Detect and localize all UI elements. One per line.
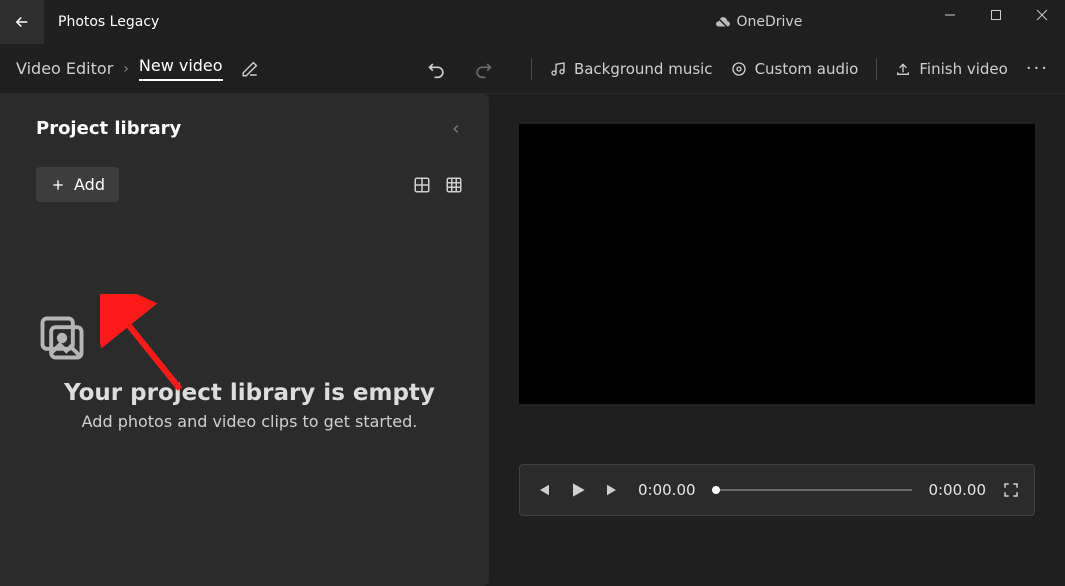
player-controls: 0:00.00 0:00.00 <box>519 464 1035 516</box>
photo-stack-icon <box>36 312 88 364</box>
play-icon <box>568 480 588 500</box>
window-controls <box>927 0 1065 30</box>
undo-button[interactable] <box>419 51 455 87</box>
grid-large-button[interactable] <box>413 176 431 194</box>
chevron-left-icon <box>449 122 463 136</box>
arrow-left-icon <box>13 13 31 31</box>
undo-icon <box>427 59 447 79</box>
prev-frame-button[interactable] <box>534 481 552 499</box>
music-icon <box>550 61 566 77</box>
title-bar: Photos Legacy OneDrive <box>0 0 1065 44</box>
empty-subtitle: Add photos and video clips to get starte… <box>36 412 463 431</box>
export-icon <box>895 61 911 77</box>
onedrive-indicator[interactable]: OneDrive <box>713 13 803 31</box>
cloud-off-icon <box>713 13 731 31</box>
app-title: Photos Legacy <box>58 14 159 30</box>
add-button-label: Add <box>74 175 105 194</box>
seek-slider[interactable] <box>712 489 913 491</box>
play-button[interactable] <box>568 480 588 500</box>
fullscreen-icon <box>1002 481 1020 499</box>
breadcrumb-root[interactable]: Video Editor <box>16 59 113 78</box>
custom-audio-button[interactable]: Custom audio <box>731 60 859 78</box>
close-button[interactable] <box>1019 0 1065 30</box>
background-music-button[interactable]: Background music <box>550 60 713 78</box>
preview-panel: 0:00.00 0:00.00 <box>489 94 1065 586</box>
finish-video-button[interactable]: Finish video <box>895 60 1007 78</box>
finish-video-label: Finish video <box>919 60 1007 78</box>
grid-small-button[interactable] <box>445 176 463 194</box>
maximize-button[interactable] <box>973 0 1019 30</box>
separator <box>876 58 877 80</box>
time-total: 0:00.00 <box>928 481 986 499</box>
time-current: 0:00.00 <box>638 481 696 499</box>
more-button[interactable]: ··· <box>1026 58 1049 79</box>
back-button[interactable] <box>0 0 44 44</box>
edit-title-button[interactable] <box>241 60 259 78</box>
background-music-label: Background music <box>574 60 713 78</box>
breadcrumb-current[interactable]: New video <box>139 56 223 81</box>
grid-3x3-icon <box>445 176 463 194</box>
grid-2x2-icon <box>413 176 431 194</box>
add-button[interactable]: Add <box>36 167 119 202</box>
redo-icon <box>473 59 493 79</box>
pencil-icon <box>241 60 259 78</box>
audio-icon <box>731 61 747 77</box>
content-area: Project library Add <box>0 94 1065 586</box>
minimize-button[interactable] <box>927 0 973 30</box>
chevron-right-icon: › <box>123 61 129 77</box>
collapse-library-button[interactable] <box>449 122 463 136</box>
fullscreen-button[interactable] <box>1002 481 1020 499</box>
toolbar: Video Editor › New video Background musi… <box>0 44 1065 94</box>
project-library-panel: Project library Add <box>0 94 489 586</box>
redo-button[interactable] <box>465 51 501 87</box>
video-preview[interactable] <box>519 124 1035 404</box>
empty-title: Your project library is empty <box>36 380 463 406</box>
separator <box>531 58 532 80</box>
step-forward-icon <box>604 481 622 499</box>
library-title: Project library <box>36 118 181 139</box>
next-frame-button[interactable] <box>604 481 622 499</box>
onedrive-label: OneDrive <box>737 14 803 30</box>
empty-state: Your project library is empty Add photos… <box>36 312 463 431</box>
step-back-icon <box>534 481 552 499</box>
plus-icon <box>50 177 66 193</box>
custom-audio-label: Custom audio <box>755 60 859 78</box>
